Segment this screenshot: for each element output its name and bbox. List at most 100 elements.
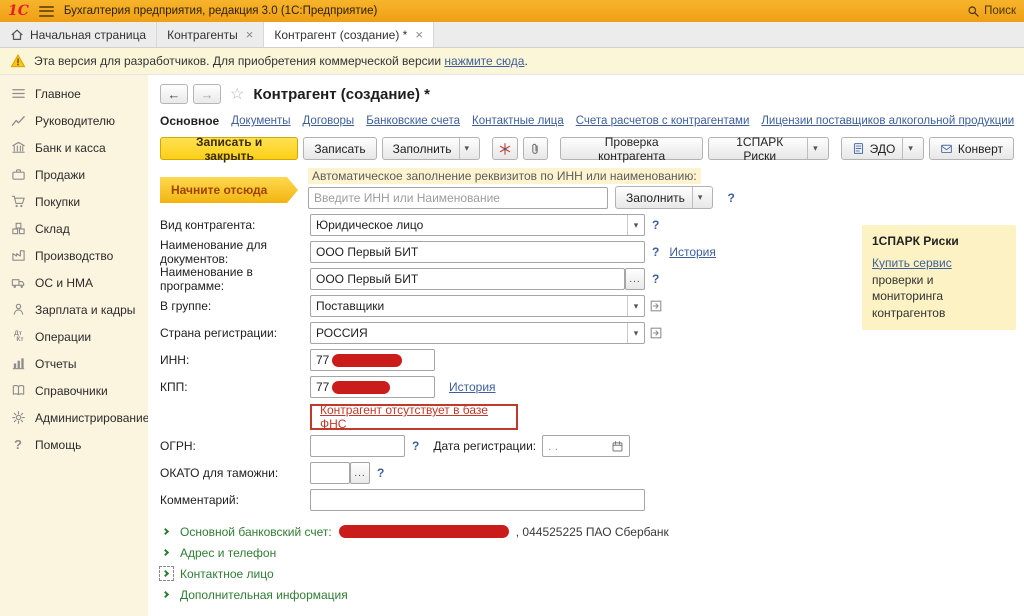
country-select[interactable]: РОССИЯ ▾ bbox=[310, 322, 645, 344]
chevron-down-icon[interactable]: ▾ bbox=[627, 215, 644, 235]
fns-warning-box: Контрагент отсутствует в базе ФНС bbox=[310, 404, 518, 430]
kind-select[interactable]: Юридическое лицо ▾ bbox=[310, 214, 645, 236]
help-icon[interactable]: ? bbox=[652, 272, 659, 286]
back-button[interactable]: ← bbox=[160, 84, 188, 104]
sidebar-item-operations[interactable]: ДтКт Операции bbox=[0, 323, 148, 350]
name-docs-label: Наименование для документов: bbox=[160, 238, 310, 266]
close-icon[interactable]: × bbox=[415, 27, 423, 42]
forward-button[interactable]: → bbox=[193, 84, 221, 104]
sidebar-item-directories[interactable]: Справочники bbox=[0, 377, 148, 404]
tab-bank-accounts[interactable]: Банковские счета bbox=[366, 115, 460, 127]
name-docs-history-link[interactable]: История bbox=[669, 245, 716, 259]
tab-home[interactable]: Начальная страница bbox=[0, 22, 157, 47]
section-contact-person[interactable]: Контактное лицо bbox=[160, 563, 1014, 584]
chevron-down-icon: ▾ bbox=[902, 138, 913, 159]
factory-icon bbox=[10, 248, 26, 264]
counterparty-check-button[interactable]: Проверка контрагента bbox=[560, 137, 703, 160]
tab-kontragent-create[interactable]: Контрагент (создание) * × bbox=[264, 22, 434, 47]
search-label: Поиск bbox=[984, 5, 1016, 17]
tab-settlement-accounts[interactable]: Счета расчетов с контрагентами bbox=[576, 115, 750, 127]
help-icon[interactable]: ? bbox=[652, 218, 659, 232]
save-button[interactable]: Записать bbox=[303, 137, 376, 160]
titlebar: 1С Бухгалтерия предприятия, редакция 3.0… bbox=[0, 0, 1024, 22]
sidebar-item-production[interactable]: Производство bbox=[0, 242, 148, 269]
sidebar-item-reports[interactable]: Отчеты bbox=[0, 350, 148, 377]
tab-dokumenty[interactable]: Документы bbox=[231, 115, 290, 127]
edo-button[interactable]: ЭДО▾ bbox=[841, 137, 924, 160]
country-value: РОССИЯ bbox=[311, 326, 627, 340]
links-button[interactable] bbox=[492, 137, 517, 160]
favorite-star-icon[interactable]: ☆ bbox=[230, 84, 244, 104]
buy-service-link[interactable]: Купить сервис bbox=[872, 256, 952, 270]
tab-alcohol-licenses[interactable]: Лицензии поставщиков алкогольной продукц… bbox=[761, 115, 1014, 127]
tab-dogovory[interactable]: Договоры bbox=[303, 115, 355, 127]
tab-kontragenty[interactable]: Контрагенты × bbox=[157, 22, 264, 47]
sidebar-item-label: Помощь bbox=[35, 438, 81, 452]
row-kpp: КПП: 77 История bbox=[160, 376, 1014, 398]
sidebar-item-warehouse[interactable]: Склад bbox=[0, 215, 148, 242]
ellipsis-button[interactable]: ... bbox=[625, 268, 645, 290]
buy-commercial-link[interactable]: нажмите сюда bbox=[444, 54, 524, 68]
sidebar-item-help[interactable]: ? Помощь bbox=[0, 431, 148, 458]
calendar-icon[interactable] bbox=[611, 440, 624, 453]
help-icon[interactable]: ? bbox=[727, 191, 734, 205]
ogrn-input[interactable] bbox=[310, 435, 405, 457]
global-search[interactable]: Поиск bbox=[967, 5, 1016, 18]
comment-input[interactable] bbox=[310, 489, 645, 511]
name-docs-input[interactable] bbox=[310, 241, 645, 263]
open-icon[interactable] bbox=[649, 299, 663, 313]
okato-input[interactable] bbox=[310, 462, 350, 484]
tab-contact-persons[interactable]: Контактные лица bbox=[472, 115, 564, 127]
chevron-right-icon[interactable] bbox=[160, 546, 173, 559]
kt-glyph: Кт bbox=[16, 337, 23, 343]
chevron-right-icon[interactable] bbox=[160, 567, 173, 580]
envelope-button[interactable]: Конверт bbox=[929, 137, 1014, 160]
fill-from-inn-button[interactable]: Заполнить▾ bbox=[615, 186, 713, 209]
chevron-down-icon[interactable]: ▾ bbox=[627, 323, 644, 343]
save-close-button[interactable]: Записать и закрыть bbox=[160, 137, 298, 160]
tab-osnovnoe[interactable]: Основное bbox=[160, 114, 219, 128]
group-select[interactable]: Поставщики ▾ bbox=[310, 295, 645, 317]
chevron-right-icon[interactable] bbox=[160, 588, 173, 601]
help-icon[interactable]: ? bbox=[412, 439, 419, 453]
inn-input[interactable]: 77 bbox=[310, 349, 435, 371]
snowflake-icon bbox=[498, 142, 512, 156]
tab-label: Контрагенты bbox=[167, 28, 238, 42]
sidebar-item-fixed-assets[interactable]: ОС и НМА bbox=[0, 269, 148, 296]
sidebar-item-purchases[interactable]: Покупки bbox=[0, 188, 148, 215]
section-address-phone[interactable]: Адрес и телефон bbox=[160, 542, 1014, 563]
sidebar-item-payroll-hr[interactable]: Зарплата и кадры bbox=[0, 296, 148, 323]
person-icon bbox=[10, 302, 26, 318]
inn-or-name-input[interactable] bbox=[308, 187, 608, 209]
chevron-down-icon[interactable]: ▾ bbox=[627, 296, 644, 316]
main-menu-icon[interactable] bbox=[39, 6, 54, 17]
fill-menu-button[interactable]: Заполнить▾ bbox=[382, 137, 480, 160]
spark-risks-button[interactable]: 1СПАРК Риски▾ bbox=[708, 137, 828, 160]
edo-document-icon bbox=[852, 142, 865, 155]
chevron-right-icon[interactable] bbox=[160, 525, 173, 538]
close-icon[interactable]: × bbox=[246, 27, 254, 42]
sidebar-item-bank-cash[interactable]: Банк и касса bbox=[0, 134, 148, 161]
name-prog-input[interactable] bbox=[310, 268, 625, 290]
back-icon: ← bbox=[168, 87, 181, 102]
sidebar-item-main[interactable]: Главное bbox=[0, 80, 148, 107]
open-icon[interactable] bbox=[649, 326, 663, 340]
kpp-input[interactable]: 77 bbox=[310, 376, 435, 398]
help-icon[interactable]: ? bbox=[377, 466, 384, 480]
ellipsis-button[interactable]: ... bbox=[350, 462, 370, 484]
section-additional-info[interactable]: Дополнительная информация bbox=[160, 584, 1014, 605]
kpp-history-link[interactable]: История bbox=[449, 380, 496, 394]
toolbar: Записать и закрыть Записать Заполнить▾ П… bbox=[160, 137, 1014, 160]
section-title: Дополнительная информация bbox=[180, 588, 348, 602]
sidebar-item-manager[interactable]: Руководителю bbox=[0, 107, 148, 134]
reg-date-input[interactable]: . . bbox=[542, 435, 630, 457]
kpp-label: КПП: bbox=[160, 380, 310, 394]
section-bank-account[interactable]: Основной банковский счет: , 044525225 ПА… bbox=[160, 521, 1014, 542]
row-comment: Комментарий: bbox=[160, 489, 1014, 511]
sidebar-item-administration[interactable]: Администрирование bbox=[0, 404, 148, 431]
attachments-button[interactable] bbox=[523, 137, 548, 160]
fns-warning-link[interactable]: Контрагент отсутствует в базе ФНС bbox=[320, 403, 508, 431]
search-icon bbox=[967, 5, 980, 18]
help-icon[interactable]: ? bbox=[652, 245, 659, 259]
sidebar-item-sales[interactable]: Продажи bbox=[0, 161, 148, 188]
